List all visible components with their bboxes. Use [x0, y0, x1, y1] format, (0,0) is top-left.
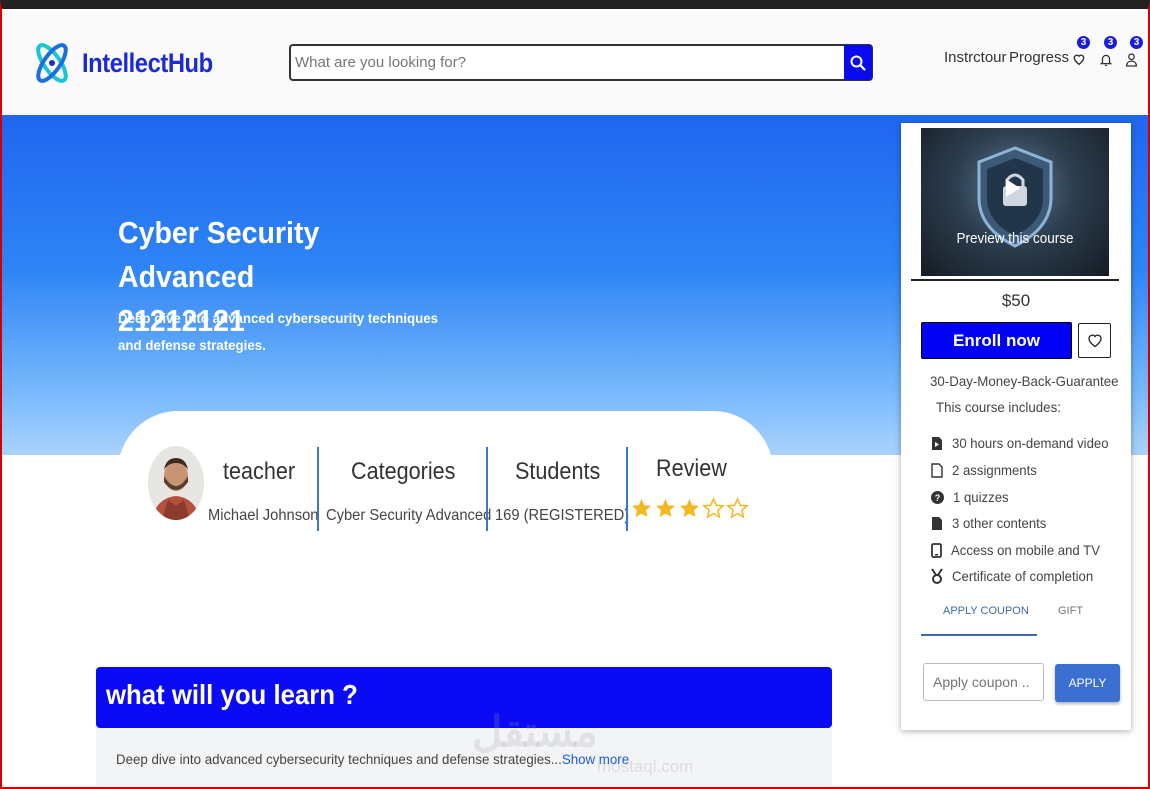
video-file-icon — [932, 436, 942, 450]
search-bar — [289, 44, 873, 81]
info-divider — [486, 447, 488, 531]
wishlist-button[interactable]: 3 — [1072, 35, 1091, 67]
search-input[interactable] — [291, 46, 844, 79]
include-item-label: 30 hours on-demand video — [952, 435, 1109, 451]
notifications-badge: 3 — [1103, 35, 1118, 50]
categories-label: Categories — [351, 458, 456, 485]
medal-icon — [931, 568, 943, 584]
play-icon — [1006, 179, 1020, 197]
file-icon — [931, 462, 943, 478]
user-icon — [1125, 53, 1138, 67]
include-item-label: 3 other contents — [952, 515, 1047, 531]
shield-lock-thumbnail-icon — [977, 146, 1053, 248]
include-item-label: Certificate of completion — [952, 568, 1094, 584]
svg-text:?: ? — [935, 493, 941, 503]
brand-name: IntellectHub — [82, 47, 213, 78]
includes-title: This course includes: — [936, 399, 1061, 415]
preview-label: Preview this course — [956, 230, 1074, 247]
teacher-photo — [148, 446, 204, 520]
course-title-line1: Cyber Security Advanced — [118, 215, 320, 294]
include-item: ? 1 quizzes — [931, 489, 1012, 505]
include-item: 3 other contents — [931, 515, 1052, 531]
notifications-button[interactable]: 3 — [1099, 35, 1118, 67]
browser-frame: IntellectHub Instrctour Progress 3 — [0, 0, 1150, 789]
brand-logo[interactable]: IntellectHub — [32, 37, 231, 89]
mobile-icon — [931, 542, 942, 558]
nav-instructor-link[interactable]: Instrctour — [944, 49, 1007, 66]
search-icon — [850, 55, 866, 71]
site-header: IntellectHub Instrctour Progress 3 — [2, 9, 1148, 115]
teacher-avatar — [148, 446, 204, 520]
star-empty-icon — [702, 497, 725, 519]
tab-gift[interactable]: GIFT — [1058, 605, 1083, 617]
info-divider — [317, 447, 319, 531]
document-icon — [932, 516, 942, 530]
learn-section-header: what will you learn ? — [96, 667, 832, 728]
category-name[interactable]: Cyber Security Advanced — [326, 507, 491, 525]
teacher-name[interactable]: Michael Johnson — [208, 507, 318, 525]
include-item: Access on mobile and TV — [931, 542, 1110, 558]
heart-icon — [1073, 54, 1085, 66]
info-divider — [626, 447, 628, 531]
include-item-label: 2 assignments — [952, 462, 1037, 478]
star-filled-icon — [655, 498, 676, 518]
apply-coupon-button[interactable]: APPLY — [1055, 664, 1120, 702]
teacher-label: teacher — [223, 458, 296, 485]
include-item-label: 1 quizzes — [953, 489, 1009, 505]
tab-apply-coupon[interactable]: APPLY COUPON — [943, 605, 1029, 617]
star-filled-icon — [679, 498, 700, 518]
rating-stars — [630, 497, 749, 520]
preview-divider — [911, 279, 1119, 281]
account-button[interactable]: 3 — [1125, 35, 1144, 67]
money-back-guarantee: 30-Day-Money-Back-Guarantee — [930, 373, 1119, 389]
include-item-label: Access on mobile and TV — [951, 542, 1100, 558]
course-info-card: teacher Michael Johnson Categories Cyber… — [118, 411, 773, 571]
include-item: Certificate of completion — [931, 568, 1102, 584]
atom-logo-icon — [36, 43, 68, 83]
review-label: Review — [656, 455, 727, 482]
wishlist-badge: 3 — [1076, 35, 1091, 50]
star-empty-icon — [726, 497, 749, 519]
star-filled-icon — [631, 498, 652, 518]
watermark-logo: مستقل — [472, 708, 598, 755]
course-subtitle: Deep dive into advanced cybersecurity te… — [118, 310, 439, 353]
add-to-wishlist-button[interactable] — [1078, 323, 1111, 358]
students-label: Students — [515, 458, 601, 485]
account-badge: 3 — [1129, 35, 1144, 50]
include-item: 2 assignments — [931, 462, 1042, 478]
search-button[interactable] — [844, 45, 872, 80]
enroll-button[interactable]: Enroll now — [921, 322, 1072, 359]
students-count: 169 (REGISTERED) — [495, 507, 630, 524]
heart-icon — [1087, 334, 1102, 348]
course-price: $50 — [1001, 291, 1031, 310]
nav-progress-link[interactable]: Progress — [1009, 49, 1069, 66]
question-icon: ? — [931, 490, 944, 504]
learn-section-body: Deep dive into advanced cybersecurity te… — [96, 728, 832, 787]
active-tab-indicator — [921, 634, 1037, 636]
bell-icon — [1099, 54, 1113, 66]
learn-title: what will you learn ? — [106, 679, 358, 710]
purchase-sidebar: Preview this course $50 Enroll now 30-Da… — [901, 123, 1131, 730]
coupon-input[interactable] — [923, 663, 1044, 701]
course-preview-video[interactable]: Preview this course — [921, 128, 1109, 276]
include-item: 30 hours on-demand video — [931, 435, 1119, 451]
watermark-url: mostaql.com — [597, 757, 694, 776]
